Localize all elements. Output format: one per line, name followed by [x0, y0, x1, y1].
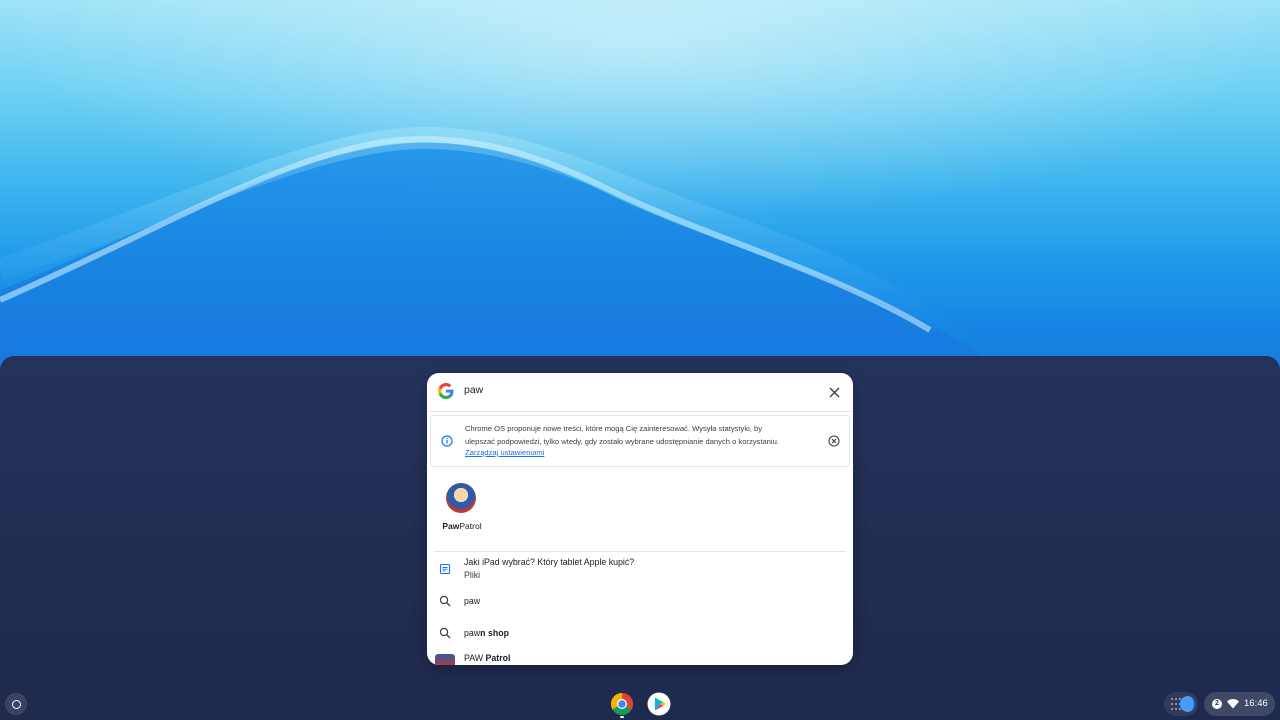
result-app-paw-patrol[interactable]: PAW Patrol	[427, 651, 853, 665]
result-search-suggestion[interactable]: paw	[427, 592, 853, 612]
manage-settings-link[interactable]: Zarządzaj ustawieniami	[465, 448, 544, 457]
result-subtitle: Pliki	[464, 570, 481, 580]
grid-dots-icon	[1171, 696, 1196, 712]
result-title: pawn shop	[464, 628, 509, 638]
notice-line-2: ulepszać podpowiedzi, tylko wtedy, gdy z…	[465, 437, 779, 446]
file-icon	[439, 563, 451, 575]
app-result-paw-patrol[interactable]: PawPatrol	[437, 481, 487, 537]
paw-patrol-app-icon	[446, 483, 476, 513]
result-title: paw	[464, 596, 481, 606]
dismiss-notice-icon[interactable]	[828, 435, 840, 447]
wifi-icon	[1227, 699, 1239, 709]
divider	[434, 551, 846, 552]
status-area[interactable]: 2 16:46	[1204, 692, 1275, 716]
divider	[427, 411, 853, 412]
search-icon	[439, 595, 451, 607]
search-icon	[439, 627, 451, 639]
wallpaper-wave	[0, 126, 987, 360]
result-title: Jaki iPad wybrać? Który tablet Apple kup…	[464, 557, 635, 567]
clear-search-button[interactable]	[825, 383, 843, 401]
circle-icon	[11, 699, 21, 709]
launcher-button[interactable]	[5, 693, 27, 715]
notice-text: Chrome OS proponuje nowe treści, które m…	[465, 422, 815, 448]
search-box[interactable]: paw	[427, 373, 853, 409]
notice-line-1: Chrome OS proponuje nowe treści, które m…	[465, 424, 763, 433]
tray-tote[interactable]	[1164, 692, 1198, 716]
notification-count-badge: 2	[1212, 699, 1222, 709]
google-icon	[438, 383, 454, 399]
running-indicator	[620, 716, 624, 718]
clock: 16:46	[1244, 698, 1268, 709]
privacy-notice: Chrome OS proponuje nowe treści, które m…	[430, 415, 850, 467]
close-icon	[829, 387, 839, 397]
search-input[interactable]: paw	[464, 384, 483, 396]
result-title: PAW Patrol	[464, 653, 511, 663]
result-file[interactable]: Jaki iPad wybrać? Który tablet Apple kup…	[427, 554, 853, 586]
play-store-icon[interactable]	[647, 692, 671, 716]
paw-patrol-app-icon	[435, 654, 455, 665]
info-icon	[441, 435, 453, 447]
app-result-label: PawPatrol	[442, 521, 482, 531]
launcher-search-card: paw Chrome OS proponuje nowe treści, któ…	[427, 373, 853, 665]
chrome-icon[interactable]	[610, 692, 634, 716]
result-search-suggestion[interactable]: pawn shop	[427, 624, 853, 644]
